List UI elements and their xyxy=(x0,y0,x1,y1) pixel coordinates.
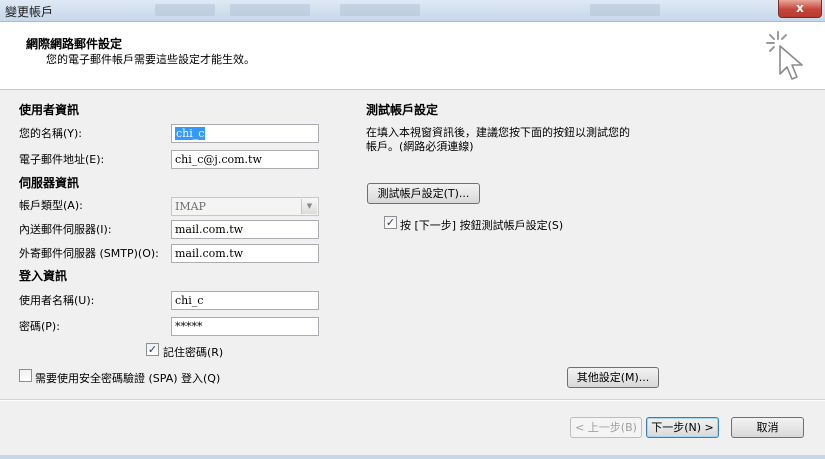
incoming-server-value: mail.com.tw xyxy=(175,223,244,236)
close-button[interactable]: x xyxy=(778,0,822,18)
password-label: 密碼(P): xyxy=(19,320,60,333)
auto-test-label: 按 [下一步] 按鈕測試帳戶設定(S) xyxy=(400,219,564,232)
outgoing-server-label: 外寄郵件伺服器 (SMTP)(O): xyxy=(19,247,159,260)
email-value: chi_c@j.com.tw xyxy=(175,153,262,166)
footer-divider-highlight xyxy=(0,400,825,401)
remember-password-label: 記住密碼(R) xyxy=(163,346,224,359)
account-type-select[interactable]: IMAP ▼ xyxy=(171,197,319,216)
background-window-ghost xyxy=(340,4,420,16)
account-type-value: IMAP xyxy=(175,200,206,213)
name-value: chi_c xyxy=(175,127,206,140)
name-field[interactable]: chi_c xyxy=(171,124,319,143)
outgoing-server-field[interactable]: mail.com.tw xyxy=(171,244,319,263)
page-subtitle: 您的電子郵件帳戶需要這些設定才能生效。 xyxy=(46,53,255,66)
spa-label: 需要使用安全密碼驗證 (SPA) 登入(Q) xyxy=(35,372,221,385)
background-window-ghost xyxy=(155,4,215,16)
auto-test-checkbox[interactable]: ✓ xyxy=(384,216,397,229)
username-value: chi_c xyxy=(175,294,204,307)
incoming-server-field[interactable]: mail.com.tw xyxy=(171,220,319,239)
title-bar: 變更帳戶 x xyxy=(0,0,825,22)
email-label: 電子郵件地址(E): xyxy=(19,153,105,166)
header-panel: 網際網路郵件設定 您的電子郵件帳戶需要這些設定才能生效。 xyxy=(0,22,825,90)
server-info-heading: 伺服器資訊 xyxy=(19,176,80,190)
test-description-line2: 帳戶。(網路必須連線) xyxy=(366,140,474,153)
username-field[interactable]: chi_c xyxy=(171,291,319,310)
password-value: ***** xyxy=(175,320,203,333)
spa-checkbox[interactable] xyxy=(19,369,32,382)
back-button[interactable]: < 上一步(B) xyxy=(570,417,642,438)
chevron-down-icon: ▼ xyxy=(301,199,317,214)
incoming-server-label: 內送郵件伺服器(I): xyxy=(19,223,112,236)
remember-password-checkbox[interactable]: ✓ xyxy=(146,343,159,356)
background-window-ghost xyxy=(230,4,310,16)
background-window-ghost xyxy=(590,4,660,16)
user-info-heading: 使用者資訊 xyxy=(19,103,80,117)
email-field[interactable]: chi_c@j.com.tw xyxy=(171,150,319,169)
window-title: 變更帳戶 xyxy=(5,5,54,19)
password-field[interactable]: ***** xyxy=(171,317,319,336)
name-label: 您的名稱(Y): xyxy=(19,127,83,140)
next-button[interactable]: 下一步(N) > xyxy=(646,417,719,438)
cursor-sparkle-icon xyxy=(766,31,803,80)
account-type-label: 帳戶類型(A): xyxy=(19,199,83,212)
more-settings-button[interactable]: 其他設定(M)... xyxy=(567,367,659,388)
test-account-button[interactable]: 測試帳戶設定(T)... xyxy=(367,183,480,204)
login-info-heading: 登入資訊 xyxy=(19,269,68,283)
username-label: 使用者名稱(U): xyxy=(19,294,95,307)
cancel-button[interactable]: 取消 xyxy=(731,417,804,438)
close-icon: x xyxy=(796,1,804,15)
page-title: 網際網路郵件設定 xyxy=(26,37,123,51)
window-bottom-edge xyxy=(0,455,825,459)
test-settings-heading: 測試帳戶設定 xyxy=(366,103,439,117)
outgoing-server-value: mail.com.tw xyxy=(175,247,244,260)
